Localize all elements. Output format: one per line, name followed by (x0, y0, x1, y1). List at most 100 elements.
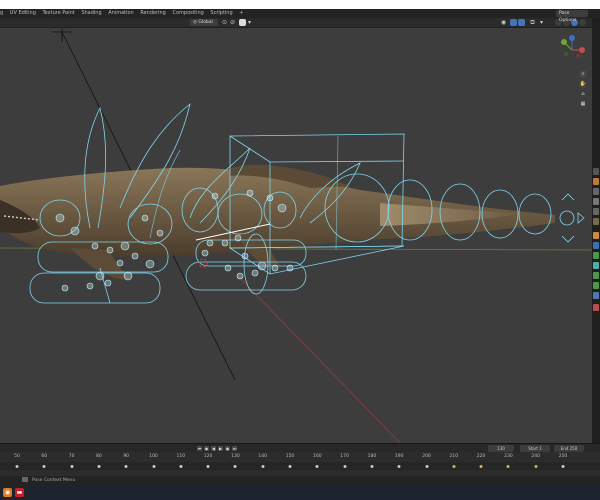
pose-options-dropdown[interactable]: Pose Options (556, 10, 588, 23)
zoom-icon[interactable]: ⌕ (579, 70, 587, 78)
timeline-tick-label: 180 (367, 454, 377, 459)
tab-rendering[interactable]: Rendering (140, 9, 166, 18)
keyframe-marker[interactable] (233, 465, 237, 468)
scene-tab[interactable] (593, 208, 599, 215)
tail-arrow-up (561, 193, 575, 201)
keyframe-marker[interactable] (397, 465, 401, 468)
xray-icon[interactable]: ⧉ (529, 19, 536, 26)
timeline-tick-label: 120 (203, 454, 213, 459)
workspace-tabs: g UV Editing Texture Paint Shading Anima… (0, 9, 600, 18)
keyframe-marker[interactable] (97, 465, 101, 468)
blender-taskbar-icon[interactable]: ◉ (3, 488, 12, 497)
keyframe-marker[interactable] (343, 465, 347, 468)
world-tab[interactable] (593, 218, 599, 225)
status-text: Pose Context Menu (32, 478, 76, 483)
jump-end-icon[interactable]: ⏭ (232, 446, 237, 451)
timeline-tick-label: 190 (394, 454, 404, 459)
tab-uv-editing[interactable]: UV Editing (10, 9, 36, 18)
constraints-tab[interactable] (593, 262, 599, 269)
material-tab[interactable] (593, 304, 599, 311)
transform-orientation-dropdown[interactable]: ◎ Global (190, 19, 218, 26)
tab-compositing[interactable]: Compositing (172, 9, 203, 18)
keyframe-marker[interactable] (534, 465, 538, 468)
keyframe-marker[interactable] (425, 465, 428, 468)
timeline-area[interactable]: 50 60 70 80 90 100 110 120 130 140 150 160 170 180 190… (0, 452, 600, 476)
overlay-toggle-button[interactable] (518, 19, 525, 26)
tab-scripting[interactable]: Scripting (210, 9, 232, 18)
render-tab[interactable] (593, 178, 599, 185)
crocodile-model[interactable] (0, 164, 555, 280)
start-frame-field[interactable]: Start 1 (520, 445, 550, 452)
bone-tab[interactable] (593, 282, 599, 289)
gizmo-x-axis[interactable] (579, 47, 585, 53)
shading-dropdown-icon[interactable]: ▾ (538, 19, 545, 26)
keyframe-marker[interactable] (152, 465, 155, 468)
timeline-tick-label: 250 (558, 454, 568, 459)
play-reverse-icon[interactable]: ◀ (211, 446, 216, 451)
tab-texture-paint[interactable]: Texture Paint (42, 9, 74, 18)
keyframe-marker[interactable] (70, 465, 74, 468)
timeline-tick-label: 140 (258, 454, 267, 459)
pivot-point-icon[interactable]: ⊙ (221, 19, 228, 26)
keyframe-marker[interactable] (506, 465, 510, 468)
keyframe-marker[interactable] (479, 465, 483, 468)
chat-taskbar-icon[interactable]: ▬ (15, 488, 24, 497)
keyframe-marker[interactable] (179, 465, 183, 468)
timeline-tick-label: 130 (231, 454, 240, 459)
end-frame-field[interactable]: End 250 (554, 445, 584, 452)
play-icon[interactable]: ▶ (218, 446, 223, 451)
object-tab[interactable] (593, 232, 599, 239)
view-object-types-icon[interactable]: ◉ (500, 19, 507, 26)
3d-viewport[interactable] (0, 28, 592, 443)
jump-start-icon[interactable]: ⏮ (197, 446, 202, 451)
camera-view-icon[interactable]: ⌂ (579, 90, 587, 98)
keyframe-marker[interactable] (124, 465, 128, 468)
pan-hand-icon[interactable]: ✋ (579, 80, 587, 88)
status-bar: Pose Context Menu (0, 476, 600, 485)
viewport-scene[interactable] (0, 28, 592, 443)
perspective-toggle-icon[interactable]: ▦ (579, 100, 587, 108)
view-layer-tab[interactable] (593, 198, 599, 205)
gizmo-toggle-button[interactable] (510, 19, 517, 26)
mouse-icon (22, 477, 28, 482)
keyframe-marker[interactable] (370, 465, 374, 468)
output-tab[interactable] (593, 188, 599, 195)
keyframe-marker[interactable] (315, 465, 319, 468)
keyframe-marker[interactable] (15, 465, 19, 468)
keyframe-marker[interactable] (206, 465, 210, 468)
tool-tab[interactable] (593, 168, 599, 175)
timeline-tick-label: 100 (149, 454, 158, 459)
timeline-tick-label: 80 (96, 454, 102, 459)
shading-rendered-button[interactable] (579, 19, 586, 26)
proportional-edit-button[interactable] (239, 19, 246, 26)
gizmo-y-axis[interactable] (561, 39, 567, 45)
bone-constraints-tab[interactable] (593, 292, 599, 299)
keyframe-marker[interactable] (288, 465, 292, 468)
keyframe-marker[interactable] (261, 465, 265, 468)
timeline-tick-label: 220 (476, 454, 486, 459)
jump-keyframe-forward-icon[interactable]: ◆ (225, 446, 230, 451)
modifier-tab[interactable] (593, 242, 599, 249)
os-taskbar: ◉ ▬ (0, 485, 600, 500)
snap-icon[interactable]: ⊘ (229, 19, 236, 26)
tab-partial[interactable]: g (0, 9, 3, 18)
y-axis-line (237, 275, 401, 443)
tail-arrow-down (561, 235, 575, 243)
chevron-down-icon[interactable]: ▾ (246, 19, 253, 26)
add-workspace-button[interactable]: + (239, 9, 243, 18)
data-tab[interactable] (593, 272, 599, 279)
navigation-gizmo[interactable] (561, 35, 585, 58)
tab-animation[interactable]: Animation (108, 9, 134, 18)
gizmo-z-axis[interactable] (569, 35, 575, 41)
current-frame-field[interactable]: 130 (488, 445, 514, 452)
timeline-tick-label: 230 (504, 454, 513, 459)
keyframe-marker[interactable] (452, 465, 456, 468)
timeline-tick-label: 90 (123, 454, 130, 459)
jump-keyframe-back-icon[interactable]: ◆ (204, 446, 209, 451)
timeline-tick-label: 150 (285, 454, 295, 459)
keyframe-marker[interactable] (561, 465, 565, 468)
physics-tab[interactable] (593, 252, 599, 259)
keyframe-marker[interactable] (42, 465, 46, 468)
tab-shading[interactable]: Shading (81, 9, 101, 18)
tail-tip-control (559, 210, 575, 226)
